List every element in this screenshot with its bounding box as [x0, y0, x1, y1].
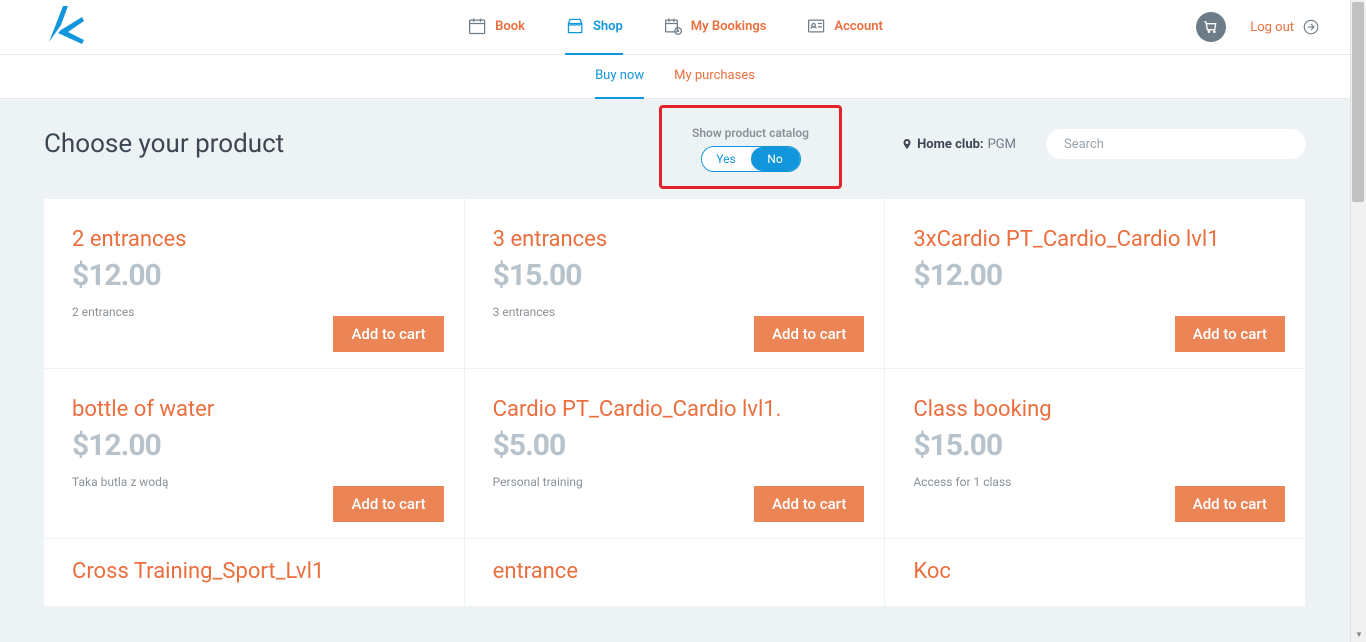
- account-icon: [806, 16, 826, 36]
- cart-button[interactable]: [1196, 12, 1226, 42]
- scrollbar-thumb[interactable]: [1352, 2, 1364, 202]
- product-price: $15.00: [493, 258, 857, 293]
- logout-button[interactable]: Log out: [1250, 18, 1320, 36]
- product-card: bottle of water $12.00 Taka butla z wodą…: [44, 369, 465, 539]
- nav-book[interactable]: Book: [467, 0, 525, 55]
- add-to-cart-button[interactable]: Add to cart: [333, 486, 443, 522]
- cart-icon: [1203, 19, 1219, 35]
- product-title[interactable]: 3 entrances: [493, 227, 857, 252]
- product-card: entrance: [465, 539, 886, 607]
- add-to-cart-button[interactable]: Add to cart: [754, 316, 864, 352]
- nav-mybookings[interactable]: My Bookings: [663, 0, 767, 55]
- scroll-down-icon[interactable]: ▼: [1351, 626, 1366, 642]
- toggle-no[interactable]: No: [751, 147, 800, 171]
- home-club-value: PGM: [988, 137, 1016, 152]
- product-price: $12.00: [72, 258, 436, 293]
- bookings-icon: [663, 16, 683, 36]
- product-title[interactable]: 3xCardio PT_Cardio_Cardio lvl1: [913, 227, 1277, 252]
- add-to-cart-button[interactable]: Add to cart: [754, 486, 864, 522]
- product-price: $5.00: [493, 428, 857, 463]
- scrollbar[interactable]: ▲ ▼: [1350, 0, 1366, 642]
- product-card: 3xCardio PT_Cardio_Cardio lvl1 $12.00 Ad…: [885, 199, 1306, 369]
- logout-label: Log out: [1250, 20, 1294, 35]
- page-title: Choose your product: [44, 129, 284, 159]
- nav-shop[interactable]: Shop: [565, 0, 623, 55]
- logout-icon: [1302, 18, 1320, 36]
- toggle-yes[interactable]: Yes: [702, 147, 751, 171]
- toggle-label: Show product catalog: [692, 126, 809, 140]
- catalog-toggle[interactable]: Yes No: [701, 146, 801, 172]
- product-title[interactable]: Cardio PT_Cardio_Cardio lvl1.: [493, 397, 857, 422]
- product-title[interactable]: Cross Training_Sport_Lvl1: [72, 559, 436, 584]
- subnav: Buy now My purchases: [0, 55, 1350, 99]
- product-title[interactable]: Class booking: [913, 397, 1277, 422]
- pin-icon: [901, 137, 913, 151]
- product-grid: 2 entrances $12.00 2 entrances Add to ca…: [44, 199, 1306, 607]
- nav-account-label: Account: [834, 19, 882, 34]
- product-card: Cardio PT_Cardio_Cardio lvl1. $5.00 Pers…: [465, 369, 886, 539]
- product-title[interactable]: entrance: [493, 559, 857, 584]
- nav-book-label: Book: [495, 19, 525, 34]
- home-club: Home club: PGM: [901, 137, 1016, 152]
- product-title[interactable]: 2 entrances: [72, 227, 436, 252]
- subnav-buy-now[interactable]: Buy now: [595, 55, 644, 99]
- product-card: Koc: [885, 539, 1306, 607]
- add-to-cart-button[interactable]: Add to cart: [333, 316, 443, 352]
- nav-mybookings-label: My Bookings: [691, 19, 767, 34]
- product-card: 3 entrances $15.00 3 entrances Add to ca…: [465, 199, 886, 369]
- home-club-label: Home club:: [917, 137, 984, 152]
- product-title[interactable]: bottle of water: [72, 397, 436, 422]
- product-price: $12.00: [913, 258, 1277, 293]
- search-input[interactable]: [1046, 129, 1306, 159]
- nav-shop-label: Shop: [593, 19, 623, 34]
- add-to-cart-button[interactable]: Add to cart: [1175, 316, 1285, 352]
- product-card: Class booking $15.00 Access for 1 class …: [885, 369, 1306, 539]
- nav-account[interactable]: Account: [806, 0, 882, 55]
- shop-icon: [565, 16, 585, 36]
- subnav-my-purchases[interactable]: My purchases: [674, 55, 755, 99]
- calendar-icon: [467, 16, 487, 36]
- product-price: $15.00: [913, 428, 1277, 463]
- product-card: 2 entrances $12.00 2 entrances Add to ca…: [44, 199, 465, 369]
- product-title[interactable]: Koc: [913, 559, 1277, 584]
- product-card: Cross Training_Sport_Lvl1: [44, 539, 465, 607]
- catalog-toggle-box: Show product catalog Yes No: [659, 105, 842, 189]
- main-nav: Book Shop My Bookings Account: [467, 0, 883, 55]
- add-to-cart-button[interactable]: Add to cart: [1175, 486, 1285, 522]
- product-price: $12.00: [72, 428, 436, 463]
- app-logo[interactable]: [40, 2, 90, 52]
